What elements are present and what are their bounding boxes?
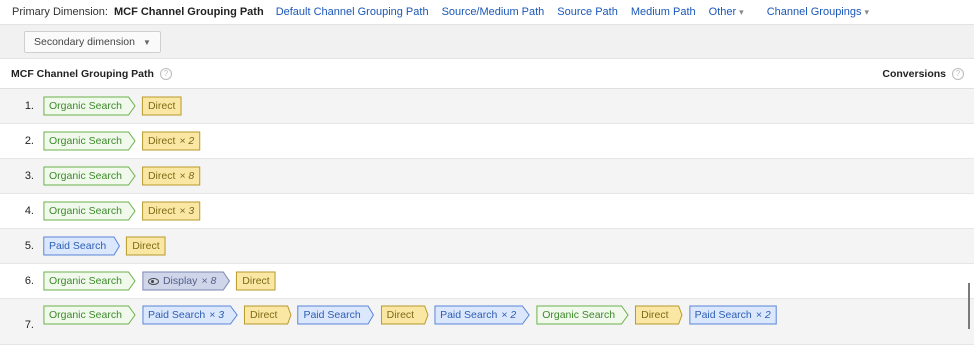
secondary-dimension-button[interactable]: Secondary dimension ▼: [24, 31, 161, 53]
path-step-organic[interactable]: Organic Search: [43, 271, 136, 291]
path-step-paid[interactable]: Paid Search: [43, 236, 120, 256]
table-row: 1. Organic Search Direct: [0, 89, 974, 124]
path-step-label: Paid Search: [694, 309, 752, 321]
column-header-conversions[interactable]: Conversions ?: [882, 68, 964, 80]
eye-icon: [147, 277, 159, 285]
path-step-label: Paid Search: [303, 309, 361, 321]
caret-down-icon: ▼: [142, 37, 151, 47]
path-step-label: Direct: [386, 309, 415, 321]
dimension-option-source-path[interactable]: Source Path: [557, 6, 618, 18]
path-step-direct[interactable]: Direct × 3: [142, 201, 200, 221]
secondary-dimension-label: Secondary dimension: [34, 36, 135, 48]
path-step-display[interactable]: Display × 8: [142, 271, 230, 291]
path-step-label: Display: [162, 275, 198, 287]
channel-groupings-dropdown[interactable]: Channel Groupings ▾: [767, 6, 869, 18]
path-step-label: Direct: [147, 100, 176, 112]
dimension-option-medium-path[interactable]: Medium Path: [631, 6, 696, 18]
row-number: 2.: [24, 135, 34, 147]
path-step-label: Paid Search: [147, 309, 206, 321]
path-step-organic[interactable]: Organic Search: [43, 131, 136, 151]
path-step-label: Organic Search: [49, 275, 122, 287]
other-label: Other: [708, 6, 737, 18]
dimension-option-default-channel-grouping-path[interactable]: Default Channel Grouping Path: [276, 6, 429, 18]
conversion-path: Organic Search Paid Search × 3 Direct Paid S…: [43, 299, 803, 325]
path-step-multiplier: × 3: [209, 309, 225, 321]
table-row: 2. Organic Search Direct × 2: [0, 124, 974, 159]
conversion-path: Organic Search Display × 8 Direct: [43, 271, 276, 291]
conversion-path: Organic Search Direct × 8: [43, 166, 200, 186]
conversion-path: Paid Search Direct: [43, 236, 166, 256]
path-step-label: Direct: [641, 309, 669, 321]
chevron-down-icon: ▾: [864, 7, 870, 17]
path-step-label: Organic Search: [542, 309, 616, 321]
table-row: 5. Paid Search Direct: [0, 229, 974, 264]
table-row: 4. Organic Search Direct × 3: [0, 194, 974, 229]
path-step-direct[interactable]: Direct: [126, 236, 165, 256]
path-step-organic[interactable]: Organic Search: [43, 166, 136, 186]
row-number: 7.: [24, 319, 34, 331]
row-number: 4.: [24, 205, 34, 217]
dimension-option-other[interactable]: Other ▾: [709, 6, 744, 18]
primary-dimension-selected[interactable]: MCF Channel Grouping Path: [114, 6, 264, 18]
column-header-path[interactable]: MCF Channel Grouping Path ?: [11, 68, 172, 80]
path-step-label: Direct: [147, 205, 176, 217]
path-step-multiplier: × 8: [201, 275, 217, 287]
path-step-paid[interactable]: Paid Search: [297, 305, 374, 325]
dimension-option-source-medium-path[interactable]: Source/Medium Path: [442, 6, 545, 18]
row-number: 5.: [24, 240, 34, 252]
primary-dimension-label: Primary Dimension:: [12, 6, 108, 18]
path-step-organic[interactable]: Organic Search: [43, 305, 136, 325]
conversion-path: Organic Search Direct × 2: [43, 131, 200, 151]
path-step-label: Direct: [147, 170, 176, 182]
secondary-dimension-row: Secondary dimension ▼: [0, 24, 974, 59]
path-step-label: Direct: [250, 309, 278, 321]
path-step-direct[interactable]: Direct: [635, 305, 682, 325]
path-step-organic[interactable]: Organic Search: [536, 305, 629, 325]
path-step-multiplier: × 3: [179, 205, 195, 217]
conversion-path: Organic Search Direct × 3: [43, 201, 200, 221]
channel-groupings-label: Channel Groupings: [766, 6, 862, 18]
path-step-label: Direct: [132, 240, 160, 252]
table-header: MCF Channel Grouping Path ? Conversions …: [0, 59, 974, 89]
path-step-paid[interactable]: Paid Search × 2: [434, 305, 530, 325]
path-table-body: 1. Organic Search Direct 2. Organic Search Di…: [0, 89, 974, 345]
path-step-direct[interactable]: Direct × 8: [142, 166, 200, 186]
path-step-direct[interactable]: Direct: [236, 271, 275, 291]
column-header-path-label: MCF Channel Grouping Path: [11, 68, 154, 80]
conversion-path: Organic Search Direct: [43, 96, 181, 116]
path-step-paid[interactable]: Paid Search × 3: [142, 305, 238, 325]
path-step-multiplier: × 2: [179, 135, 195, 147]
row-number: 1.: [24, 100, 34, 112]
row-number: 6.: [24, 275, 34, 287]
path-step-label: Direct: [147, 135, 176, 147]
column-header-conversions-label: Conversions: [882, 68, 946, 80]
help-icon[interactable]: ?: [159, 68, 172, 80]
chevron-down-icon: ▾: [739, 7, 744, 17]
path-step-label: Organic Search: [49, 205, 122, 217]
path-step-direct[interactable]: Direct: [244, 305, 291, 325]
path-step-multiplier: × 2: [501, 309, 517, 321]
path-step-label: Paid Search: [49, 240, 107, 252]
path-step-organic[interactable]: Organic Search: [43, 201, 136, 221]
row-number: 3.: [24, 170, 34, 182]
path-step-direct[interactable]: Direct: [381, 305, 428, 325]
path-step-organic[interactable]: Organic Search: [43, 96, 136, 116]
primary-dimension-bar: Primary Dimension: MCF Channel Grouping …: [0, 0, 974, 24]
path-step-label: Organic Search: [49, 100, 122, 112]
help-icon[interactable]: ?: [952, 68, 964, 80]
table-row: 6. Organic Search Display × 8 Direct: [0, 264, 974, 299]
table-row: 7. Organic Search Paid Search × 3 Direct Paid…: [0, 299, 974, 345]
path-step-paid[interactable]: Paid Search × 2: [689, 305, 777, 325]
scrollbar[interactable]: [968, 283, 970, 329]
path-step-label: Paid Search: [440, 309, 498, 321]
table-row: 3. Organic Search Direct × 8: [0, 159, 974, 194]
path-step-direct[interactable]: Direct: [142, 96, 181, 116]
path-step-label: Organic Search: [49, 170, 122, 182]
path-step-label: Direct: [242, 275, 270, 287]
path-step-label: Organic Search: [49, 309, 122, 321]
path-step-label: Organic Search: [49, 135, 122, 147]
path-step-multiplier: × 2: [755, 309, 771, 321]
path-step-multiplier: × 8: [179, 170, 195, 182]
path-step-direct[interactable]: Direct × 2: [142, 131, 200, 151]
